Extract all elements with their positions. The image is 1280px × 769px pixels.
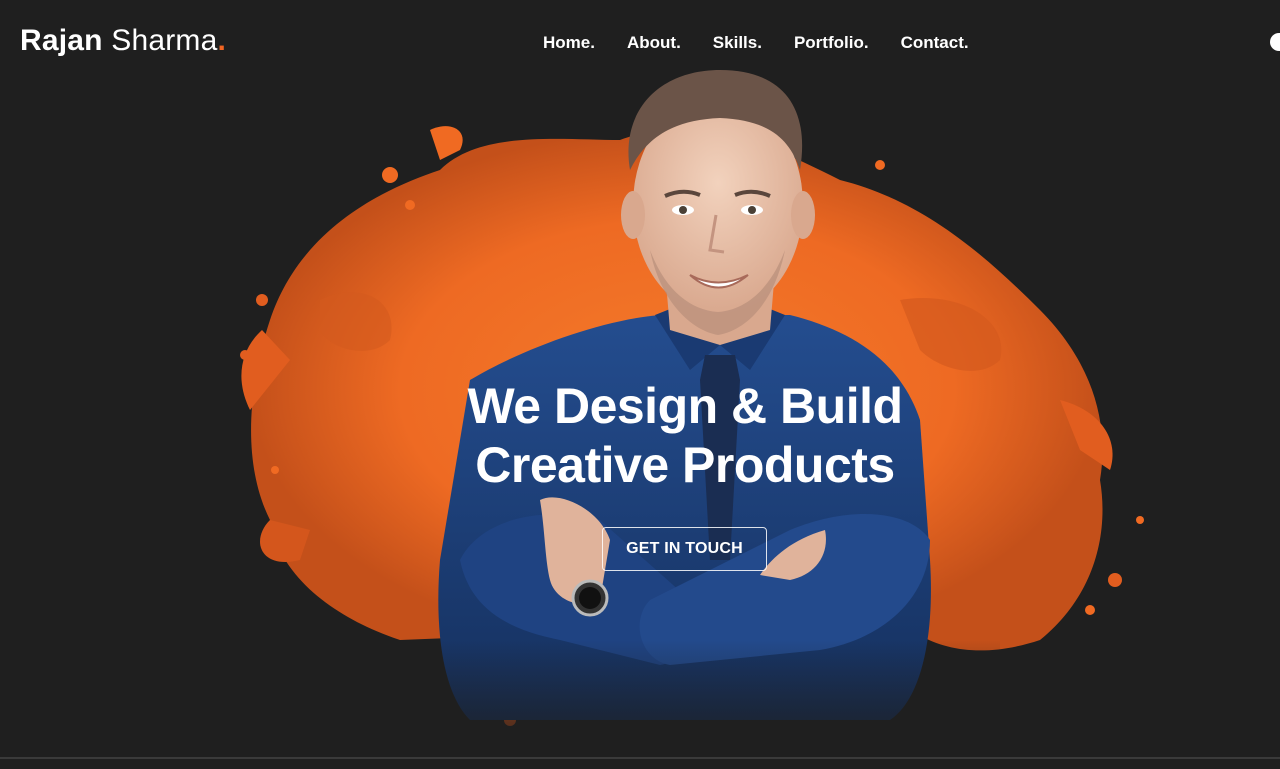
nav-item-dot: .	[863, 33, 869, 52]
logo-first-name: Rajan	[20, 24, 103, 57]
nav-item-dot: .	[757, 33, 762, 52]
logo-accent-dot: .	[217, 24, 227, 57]
nav-item-label: Skills	[712, 33, 758, 52]
nav-item-skills[interactable]: Skills.	[713, 33, 762, 53]
nav-item-label: Portfolio	[793, 33, 864, 52]
main-nav: Home. About. Skills. Portfolio. Contact.	[543, 33, 1001, 53]
nav-item-label: Home	[543, 33, 591, 52]
headline-line-2: Creative Products	[475, 437, 895, 493]
theme-toggle-icon[interactable]	[1270, 33, 1280, 51]
nav-item-portfolio[interactable]: Portfolio.	[794, 33, 869, 53]
nav-item-dot: .	[590, 33, 595, 52]
get-in-touch-button[interactable]: GET IN TOUCH	[602, 527, 767, 571]
page: We Design & Build Creative Products GET …	[0, 0, 1280, 769]
hero-section: We Design & Build Creative Products GET …	[0, 0, 1280, 769]
nav-item-label: Contact	[900, 33, 964, 52]
site-header: Rajan Sharma. Home. About. Skills. Portf…	[0, 0, 1280, 86]
page-divider	[0, 757, 1280, 759]
nav-item-label: About	[626, 33, 677, 52]
site-logo[interactable]: Rajan Sharma.	[20, 24, 226, 58]
nav-item-dot: .	[963, 33, 969, 52]
hero-headline: We Design & Build Creative Products	[390, 377, 980, 495]
nav-item-home[interactable]: Home.	[543, 33, 595, 53]
logo-last-name: Sharma	[111, 24, 218, 57]
nav-item-about[interactable]: About.	[627, 33, 681, 53]
headline-line-1: We Design & Build	[467, 378, 903, 434]
nav-item-dot: .	[676, 33, 681, 52]
nav-item-contact[interactable]: Contact.	[901, 33, 969, 53]
